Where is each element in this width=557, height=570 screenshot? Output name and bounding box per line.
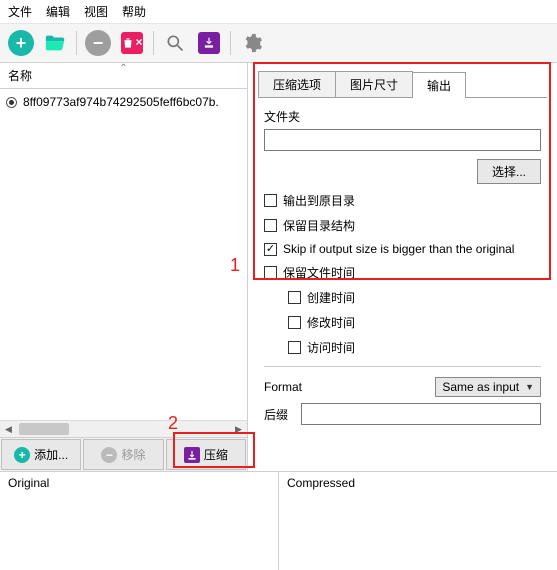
checkbox-keep-structure[interactable]: 保留目录结构 [264, 217, 541, 234]
open-folder-icon[interactable] [42, 30, 68, 56]
compress-button-label: 压缩 [204, 446, 228, 463]
add-button[interactable]: + 添加... [1, 439, 81, 470]
format-label: Format [264, 380, 302, 394]
tab-compress-options[interactable]: 压缩选项 [258, 71, 336, 97]
checkbox-icon [264, 266, 277, 279]
checkbox-icon [264, 194, 277, 207]
add-icon[interactable]: + [8, 30, 34, 56]
suffix-input[interactable] [301, 403, 541, 425]
menu-edit[interactable]: 编辑 [46, 3, 70, 20]
checkbox-label: 创建时间 [307, 289, 355, 306]
minus-icon: − [101, 447, 117, 463]
checkbox-icon [264, 243, 277, 256]
file-status-icon [6, 97, 17, 108]
checkbox-mtime[interactable]: 修改时间 [288, 314, 541, 331]
preview-compressed-label: Compressed [287, 476, 549, 490]
file-list-panel: ⌃ 名称 8ff09773af974b74292505feff6bc07b. ◀… [0, 63, 248, 471]
scroll-right-icon[interactable]: ▶ [230, 421, 247, 437]
tab-output[interactable]: 输出 [412, 72, 466, 98]
file-name: 8ff09773af974b74292505feff6bc07b. [23, 95, 219, 109]
checkbox-icon [288, 316, 301, 329]
remove-button-label: 移除 [121, 446, 145, 463]
toolbar-separator [153, 31, 154, 55]
column-name-label: 名称 [8, 67, 32, 84]
checkbox-output-to-source[interactable]: 输出到原目录 [264, 192, 541, 209]
checkbox-label: 修改时间 [307, 314, 355, 331]
toolbar-separator [230, 31, 231, 55]
divider [264, 366, 541, 367]
list-action-bar: + 添加... − 移除 压缩 [0, 437, 247, 471]
checkbox-icon [288, 341, 301, 354]
output-form: 文件夹 选择... 输出到原目录 保留目录结构 Skip if output s… [258, 98, 547, 437]
preview-area: Original Compressed [0, 471, 557, 570]
scrollbar-thumb[interactable] [19, 423, 69, 435]
add-button-label: 添加... [34, 446, 68, 463]
plus-icon: + [14, 447, 30, 463]
horizontal-scrollbar[interactable]: ◀ ▶ [0, 420, 247, 437]
suffix-label: 后缀 [264, 406, 288, 423]
tab-bar: 压缩选项 图片尺寸 输出 [258, 71, 547, 98]
delete-icon[interactable]: × [119, 30, 145, 56]
remove-button[interactable]: − 移除 [83, 439, 163, 470]
options-panel: 压缩选项 图片尺寸 输出 文件夹 选择... 输出到原目录 保留目录结构 Ski… [248, 63, 557, 471]
preview-compressed-box [287, 490, 549, 566]
format-value: Same as input [442, 380, 519, 394]
folder-input[interactable] [264, 129, 541, 151]
menu-file[interactable]: 文件 [8, 3, 32, 20]
checkbox-atime[interactable]: 访问时间 [288, 339, 541, 356]
file-row[interactable]: 8ff09773af974b74292505feff6bc07b. [6, 93, 241, 111]
checkbox-label: 输出到原目录 [283, 192, 355, 209]
search-icon[interactable] [162, 30, 188, 56]
compress-small-icon [184, 447, 200, 463]
remove-icon[interactable]: − [85, 30, 111, 56]
browse-button[interactable]: 选择... [477, 159, 541, 184]
chevron-down-icon: ▼ [525, 382, 534, 392]
format-select[interactable]: Same as input ▼ [435, 377, 541, 397]
checkbox-skip-bigger[interactable]: Skip if output size is bigger than the o… [264, 242, 541, 256]
preview-compressed: Compressed [278, 472, 557, 570]
settings-icon[interactable] [239, 30, 265, 56]
checkbox-label: 保留目录结构 [283, 217, 355, 234]
checkbox-label: 访问时间 [307, 339, 355, 356]
menu-view[interactable]: 视图 [84, 3, 108, 20]
toolbar-separator [76, 31, 77, 55]
menu-help[interactable]: 帮助 [122, 3, 146, 20]
compress-button[interactable]: 压缩 [166, 439, 246, 470]
preview-original-box [8, 490, 270, 566]
checkbox-keep-time[interactable]: 保留文件时间 [264, 264, 541, 281]
checkbox-label: Skip if output size is bigger than the o… [283, 242, 514, 256]
checkbox-ctime[interactable]: 创建时间 [288, 289, 541, 306]
checkbox-icon [288, 291, 301, 304]
preview-original: Original [0, 472, 278, 570]
sort-indicator-icon: ⌃ [119, 63, 127, 74]
checkbox-label: 保留文件时间 [283, 264, 355, 281]
scroll-left-icon[interactable]: ◀ [0, 421, 17, 437]
menubar: 文件 编辑 视图 帮助 [0, 0, 557, 24]
file-list[interactable]: 8ff09773af974b74292505feff6bc07b. [0, 89, 247, 420]
folder-label: 文件夹 [264, 108, 541, 125]
checkbox-icon [264, 219, 277, 232]
tab-image-size[interactable]: 图片尺寸 [335, 71, 413, 97]
toolbar: + − × [0, 24, 557, 63]
compress-icon[interactable] [196, 30, 222, 56]
preview-original-label: Original [8, 476, 270, 490]
column-header[interactable]: ⌃ 名称 [0, 63, 247, 89]
